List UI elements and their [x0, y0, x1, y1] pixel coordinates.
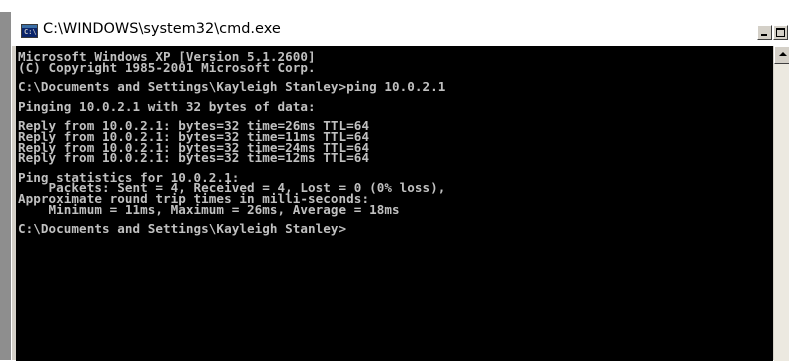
console-line: Minimum = 11ms, Maximum = 26ms, Average …	[18, 201, 400, 217]
console-line: Pinging 10.0.2.1 with 32 bytes of data:	[18, 98, 316, 114]
cmd-icon[interactable]: C:\	[21, 24, 38, 38]
desktop-left-strip-cap	[0, 0, 11, 12]
console-line: (C) Copyright 1985-2001 Microsoft Corp.	[18, 59, 316, 75]
console-text: Microsoft Windows XP [Version 5.1.2600](…	[18, 50, 446, 237]
vertical-scrollbar[interactable]	[774, 46, 789, 361]
console-line: C:\Documents and Settings\Kayleigh Stanl…	[18, 79, 446, 95]
console-line: C:\Documents and Settings\Kayleigh Stanl…	[18, 221, 347, 237]
console-output[interactable]: Microsoft Windows XP [Version 5.1.2600](…	[16, 46, 773, 361]
maximize-button[interactable]	[773, 25, 788, 40]
desktop-left-strip	[0, 0, 11, 360]
minimize-button[interactable]	[757, 25, 772, 40]
console-line: Reply from 10.0.2.1: bytes=32 time=12ms …	[18, 150, 370, 166]
cmd-window: C:\ C:\WINDOWS\system32\cmd.exe Microsof…	[11, 12, 789, 361]
scroll-up-button[interactable]	[774, 46, 789, 64]
title-bar[interactable]: C:\ C:\WINDOWS\system32\cmd.exe	[12, 13, 789, 46]
cmd-icon-text: C:\	[24, 28, 37, 36]
window-title: C:\WINDOWS\system32\cmd.exe	[43, 21, 281, 37]
